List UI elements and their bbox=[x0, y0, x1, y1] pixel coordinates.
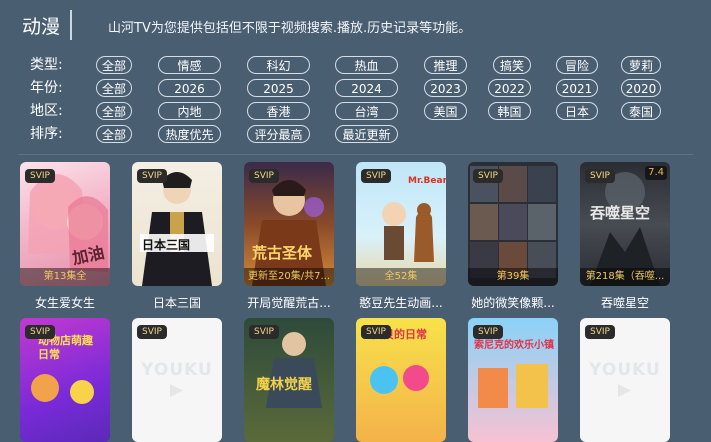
svip-badge: SVIP bbox=[473, 325, 503, 339]
filter-divider bbox=[18, 154, 693, 155]
filter-chip-region-thailand[interactable]: 泰国 bbox=[621, 102, 661, 120]
episode-label: 全52集 bbox=[356, 268, 446, 286]
poster-title-text: 荒古圣体 bbox=[252, 244, 313, 262]
filter-chip-sort-rating[interactable]: 评分最高 bbox=[247, 125, 310, 143]
video-card[interactable]: YOUKU ▶ SVIP bbox=[580, 318, 670, 442]
svip-badge: SVIP bbox=[361, 169, 391, 183]
video-card[interactable]: 贝贝的日常 SVIP bbox=[356, 318, 446, 442]
filter-chip-year-2021[interactable]: 2021 bbox=[556, 79, 598, 97]
poster-image: Mr.Bean SVIP 全52集 bbox=[356, 162, 446, 286]
filter-chip-region-taiwan[interactable]: 台湾 bbox=[335, 102, 398, 120]
filter-chip-type-comedy[interactable]: 搞笑 bbox=[493, 56, 531, 74]
svip-badge: SVIP bbox=[361, 325, 391, 339]
svip-badge: SVIP bbox=[25, 169, 55, 183]
title-divider bbox=[70, 10, 72, 40]
filter-chip-year-2025[interactable]: 2025 bbox=[247, 79, 310, 97]
filter-chip-type-adventure[interactable]: 冒险 bbox=[556, 56, 598, 74]
video-card[interactable]: Mr.Bean SVIP 全52集 憨豆先生动画... bbox=[356, 162, 446, 316]
svip-badge: SVIP bbox=[473, 169, 503, 183]
filter-chip-region-korea[interactable]: 韩国 bbox=[488, 102, 531, 120]
video-card[interactable]: 魔林觉醒 SVIP bbox=[244, 318, 334, 442]
card-title: 日本三国 bbox=[152, 296, 201, 310]
filter-chip-region-mainland[interactable]: 内地 bbox=[158, 102, 221, 120]
page-title: 动漫 bbox=[22, 16, 61, 38]
filter-row-year: 年份: 全部 2026 2025 2024 2023 2022 2021 202… bbox=[0, 78, 711, 98]
filter-chip-year-2022[interactable]: 2022 bbox=[488, 79, 531, 97]
poster-image: 索尼克的欢乐小镇 SVIP bbox=[468, 318, 558, 442]
filter-row-region: 地区: 全部 内地 香港 台湾 美国 韩国 日本 泰国 bbox=[0, 101, 711, 121]
filter-chip-type-emotion[interactable]: 情感 bbox=[158, 56, 221, 74]
svip-badge: SVIP bbox=[25, 325, 55, 339]
filter-chip-sort-popular[interactable]: 热度优先 bbox=[158, 125, 221, 143]
poster-image: 荒古圣体 SVIP 更新至20集/共7... bbox=[244, 162, 334, 286]
video-card[interactable]: 动物店萌趣日常 SVIP bbox=[20, 318, 110, 442]
video-card[interactable]: 荒古圣体 SVIP 更新至20集/共7... 开局觉醒荒古... bbox=[244, 162, 334, 316]
card-title: 女生爱女生 bbox=[34, 296, 95, 310]
episode-label: 第13集全 bbox=[20, 268, 110, 286]
filter-chip-region-japan[interactable]: 日本 bbox=[556, 102, 598, 120]
poster-image: 动物店萌趣日常 SVIP bbox=[20, 318, 110, 442]
episode-label: 第218集（吞噬... bbox=[580, 268, 670, 286]
poster-image: 贝贝的日常 SVIP bbox=[356, 318, 446, 442]
poster-title-text: 日本三国 bbox=[142, 238, 191, 252]
page-subtitle: 山河TV为您提供包括但不限于视频搜索.播放.历史记录等功能。 bbox=[108, 21, 472, 36]
filter-chip-sort-all[interactable]: 全部 bbox=[96, 125, 132, 143]
filter-row-type: 类型: 全部 情感 科幻 热血 推理 搞笑 冒险 萝莉 bbox=[0, 55, 711, 75]
poster-image: 魔林觉醒 SVIP bbox=[244, 318, 334, 442]
video-card[interactable]: 吞噬星空 7.4 SVIP 第218集（吞噬... 吞噬星空 bbox=[580, 162, 670, 316]
poster-title-text: Mr.Bean bbox=[408, 176, 446, 186]
youku-logo: YOUKU ▶ bbox=[589, 360, 661, 400]
video-card[interactable]: 日本三国 SVIP 日本三国 bbox=[132, 162, 222, 316]
filter-chip-year-2024[interactable]: 2024 bbox=[335, 79, 398, 97]
poster-title-text: 吞噬星空 bbox=[590, 204, 651, 222]
poster-image: 加油 SVIP 第13集全 bbox=[20, 162, 110, 286]
video-card[interactable]: 加油 SVIP 第13集全 女生爱女生 bbox=[20, 162, 110, 316]
poster-image: YOUKU ▶ SVIP bbox=[132, 318, 222, 442]
filter-chip-year-all[interactable]: 全部 bbox=[96, 79, 132, 97]
svip-badge: SVIP bbox=[249, 325, 279, 339]
filter-chip-region-all[interactable]: 全部 bbox=[96, 102, 132, 120]
filter-chip-type-scifi[interactable]: 科幻 bbox=[247, 56, 310, 74]
svip-badge: SVIP bbox=[585, 325, 615, 339]
poster-image: 日本三国 SVIP bbox=[132, 162, 222, 286]
youku-logo: YOUKU ▶ bbox=[141, 360, 213, 400]
poster-image: 吞噬星空 7.4 SVIP 第218集（吞噬... bbox=[580, 162, 670, 286]
filter-label-sort: 排序: bbox=[30, 126, 63, 142]
episode-label: 第39集 bbox=[468, 268, 558, 286]
filter-row-sort: 排序: 全部 热度优先 评分最高 最近更新 bbox=[0, 124, 711, 144]
filter-chip-region-usa[interactable]: 美国 bbox=[424, 102, 467, 120]
svip-badge: SVIP bbox=[585, 169, 615, 183]
svip-badge: SVIP bbox=[137, 169, 167, 183]
rating-badge: 7.4 bbox=[645, 166, 667, 180]
filter-chip-sort-latest[interactable]: 最近更新 bbox=[335, 125, 398, 143]
filter-label-region: 地区: bbox=[30, 103, 63, 119]
poster-image: YOUKU ▶ SVIP bbox=[580, 318, 670, 442]
episode-label: 更新至20集/共7... bbox=[244, 268, 334, 286]
video-card[interactable]: SVIP 第39集 她的微笑像颗... bbox=[468, 162, 558, 316]
card-title: 吞噬星空 bbox=[600, 296, 649, 310]
card-title: 开局觉醒荒古... bbox=[247, 296, 331, 310]
filter-chip-year-2020[interactable]: 2020 bbox=[621, 79, 661, 97]
filter-label-type: 类型: bbox=[30, 57, 63, 73]
header: 动漫 山河TV为您提供包括但不限于视频搜索.播放.历史记录等功能。 bbox=[0, 0, 711, 50]
card-title: 她的微笑像颗... bbox=[471, 296, 555, 310]
poster-title-text: 魔林觉醒 bbox=[256, 377, 312, 393]
filter-chip-type-mystery[interactable]: 推理 bbox=[424, 56, 467, 74]
video-card[interactable]: YOUKU ▶ SVIP bbox=[132, 318, 222, 442]
filter-chip-type-loli[interactable]: 萝莉 bbox=[621, 56, 661, 74]
svip-badge: SVIP bbox=[249, 169, 279, 183]
filter-chip-type-all[interactable]: 全部 bbox=[96, 56, 132, 74]
video-card[interactable]: 索尼克的欢乐小镇 SVIP bbox=[468, 318, 558, 442]
svip-badge: SVIP bbox=[137, 325, 167, 339]
card-title: 憨豆先生动画... bbox=[359, 296, 443, 310]
poster-image: SVIP 第39集 bbox=[468, 162, 558, 286]
filter-chip-type-action[interactable]: 热血 bbox=[335, 56, 398, 74]
filter-chip-region-hongkong[interactable]: 香港 bbox=[247, 102, 310, 120]
filter-chip-year-2023[interactable]: 2023 bbox=[424, 79, 467, 97]
filter-label-year: 年份: bbox=[30, 80, 63, 96]
filter-chip-year-2026[interactable]: 2026 bbox=[158, 79, 221, 97]
